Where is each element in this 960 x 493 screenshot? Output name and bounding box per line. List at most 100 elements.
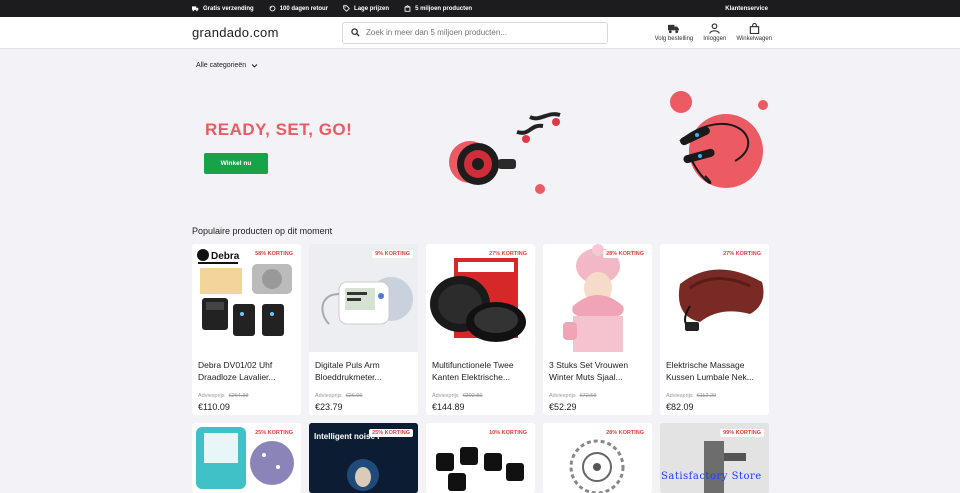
site-header: grandado.com Volg bestelling Inloggen Wi…: [0, 17, 960, 49]
site-logo[interactable]: grandado.com: [192, 25, 342, 40]
old-price: Adviesprijs €112.29: [660, 390, 769, 399]
product-card[interactable]: 25% KORTING Intelligent noise r: [309, 423, 418, 493]
discount-badge: 99% KORTING: [720, 429, 764, 437]
product-image[interactable]: 25% KORTING Intelligent noise r: [309, 423, 418, 493]
old-price-label: Adviesprijs: [198, 393, 225, 399]
search-input[interactable]: [366, 28, 586, 37]
return-icon: [269, 5, 276, 12]
search-icon[interactable]: [351, 28, 360, 37]
massage-pillow-image: [660, 244, 769, 352]
truck-icon: [192, 6, 199, 12]
usp-products: 5 miljoen producten: [404, 5, 472, 12]
usp-prices: Lage prijzen: [343, 5, 389, 12]
search-bar[interactable]: [342, 21, 608, 44]
old-price-label: Adviesprijs: [315, 393, 342, 399]
old-price: Adviesprijs €264.39: [192, 390, 301, 399]
decor-circle: [689, 114, 763, 188]
old-price-label: Adviesprijs: [549, 393, 576, 399]
product-image[interactable]: 9% KORTING: [309, 244, 418, 352]
usp-label: 100 dagen retour: [279, 5, 329, 12]
discount-badge: 9% KORTING: [372, 250, 413, 258]
pushup-handles-icon: [516, 112, 561, 143]
track-order-label: Volg bestelling: [654, 36, 694, 42]
product-price: €23.79: [315, 402, 343, 412]
old-price: Adviesprijs €72.59: [543, 390, 652, 399]
discount-badge: 28% KORTING: [603, 250, 647, 258]
brand-logo-text: Debra: [211, 251, 240, 262]
product-card[interactable]: 99% KORTING: [660, 423, 769, 493]
tag-icon: [343, 5, 350, 12]
login-label: Inloggen: [703, 36, 727, 42]
product-image[interactable]: 25% KORTING: [192, 423, 301, 493]
blood-pressure-monitor-image: [309, 244, 418, 352]
product-image[interactable]: 10% KORTING: [426, 423, 535, 493]
old-price-value: €112.29: [696, 393, 717, 399]
old-price-label: Adviesprijs: [666, 393, 693, 399]
discount-badge: 10% KORTING: [486, 429, 530, 437]
product-card[interactable]: 27% KORTING Elektrische Massage Kussen L…: [660, 244, 769, 415]
old-price-value: €202.59: [462, 393, 483, 399]
old-price-value: €26.09: [345, 393, 363, 399]
electric-pan-image: [426, 244, 535, 352]
old-price-label: Adviesprijs: [432, 393, 459, 399]
customer-service-link[interactable]: Klantenservice: [725, 6, 768, 12]
hero-banner: READY, SET, GO! Winkel nu: [0, 81, 960, 214]
ab-roller-icon: [457, 143, 516, 185]
product-image[interactable]: 28% KORTING: [543, 423, 652, 493]
product-card[interactable]: 28% KORTING 3 Stuks Set Vrouwen Winter M…: [543, 244, 652, 415]
product-grid: 58% KORTING Debra Debra DV01/02 Uhf Draa…: [192, 244, 769, 493]
usp-label: Gratis verzending: [203, 5, 254, 12]
discount-badge: 25% KORTING: [369, 429, 413, 437]
product-card[interactable]: 10% KORTING: [426, 423, 535, 493]
product-price: €110.09: [198, 402, 230, 412]
categories-label: Alle categorieën: [196, 61, 247, 69]
login-button[interactable]: Inloggen: [703, 23, 726, 42]
truck-icon: [668, 24, 680, 34]
product-name[interactable]: Elektrische Massage Kussen Lumbale Nek..…: [660, 352, 769, 390]
old-price-value: €72.59: [579, 393, 597, 399]
product-card[interactable]: 27% KORTING Multifunctionele Twee Kanten…: [426, 244, 535, 415]
discount-badge: 58% KORTING: [252, 250, 296, 258]
discount-badge: 25% KORTING: [252, 429, 296, 437]
categories-dropdown[interactable]: Alle categorieën: [0, 49, 960, 81]
decor-circle: [670, 91, 692, 113]
track-order-button[interactable]: Volg bestelling: [654, 23, 694, 42]
product-card[interactable]: 58% KORTING Debra Debra DV01/02 Uhf Draa…: [192, 244, 301, 415]
top-usp-bar: Gratis verzending 100 dagen retour Lage …: [0, 0, 960, 17]
product-image[interactable]: 27% KORTING: [426, 244, 535, 352]
hero-artwork: [449, 91, 768, 194]
product-name[interactable]: Debra DV01/02 Uhf Draadloze Lavalier...: [192, 352, 301, 390]
decor-circle: [758, 100, 768, 110]
discount-badge: 27% KORTING: [486, 250, 530, 258]
cart-button[interactable]: Winkelwagen: [736, 23, 772, 42]
old-price: Adviesprijs €26.09: [309, 390, 418, 399]
product-card[interactable]: 9% KORTING Digitale Puls Arm Bloeddrukme…: [309, 244, 418, 415]
product-card[interactable]: 25% KORTING: [192, 423, 301, 493]
discount-badge: 28% KORTING: [603, 429, 647, 437]
box-icon: [404, 5, 411, 12]
product-name[interactable]: 3 Stuks Set Vrouwen Winter Muts Sjaal...: [543, 352, 652, 390]
winter-hat-scarf-image: [543, 244, 652, 352]
product-image[interactable]: 27% KORTING: [660, 244, 769, 352]
cart-icon: [749, 23, 759, 34]
usp-returns: 100 dagen retour: [269, 5, 328, 12]
user-icon: [709, 23, 720, 34]
old-price-value: €264.39: [228, 393, 249, 399]
product-name[interactable]: Multifunctionele Twee Kanten Elektrische…: [426, 352, 535, 390]
watermark-text: Satisfactory Store: [661, 471, 762, 482]
discount-badge: 27% KORTING: [720, 250, 764, 258]
section-title: Populaire producten op dit moment: [192, 226, 333, 236]
shop-now-button[interactable]: Winkel nu: [204, 153, 268, 174]
chevron-down-icon: [251, 63, 258, 68]
product-name[interactable]: Digitale Puls Arm Bloeddrukmeter...: [309, 352, 418, 390]
usp-label: Lage prijzen: [354, 5, 390, 12]
product-image[interactable]: 99% KORTING: [660, 423, 769, 493]
usp-label: 5 miljoen producten: [415, 5, 473, 12]
header-actions: Volg bestelling Inloggen Winkelwagen: [655, 23, 772, 42]
product-price: €52.29: [549, 402, 577, 412]
product-image[interactable]: 28% KORTING: [543, 244, 652, 352]
cart-label: Winkelwagen: [736, 36, 772, 42]
product-price: €144.89: [432, 402, 465, 412]
product-image[interactable]: 58% KORTING Debra: [192, 244, 301, 352]
product-card[interactable]: 28% KORTING: [543, 423, 652, 493]
